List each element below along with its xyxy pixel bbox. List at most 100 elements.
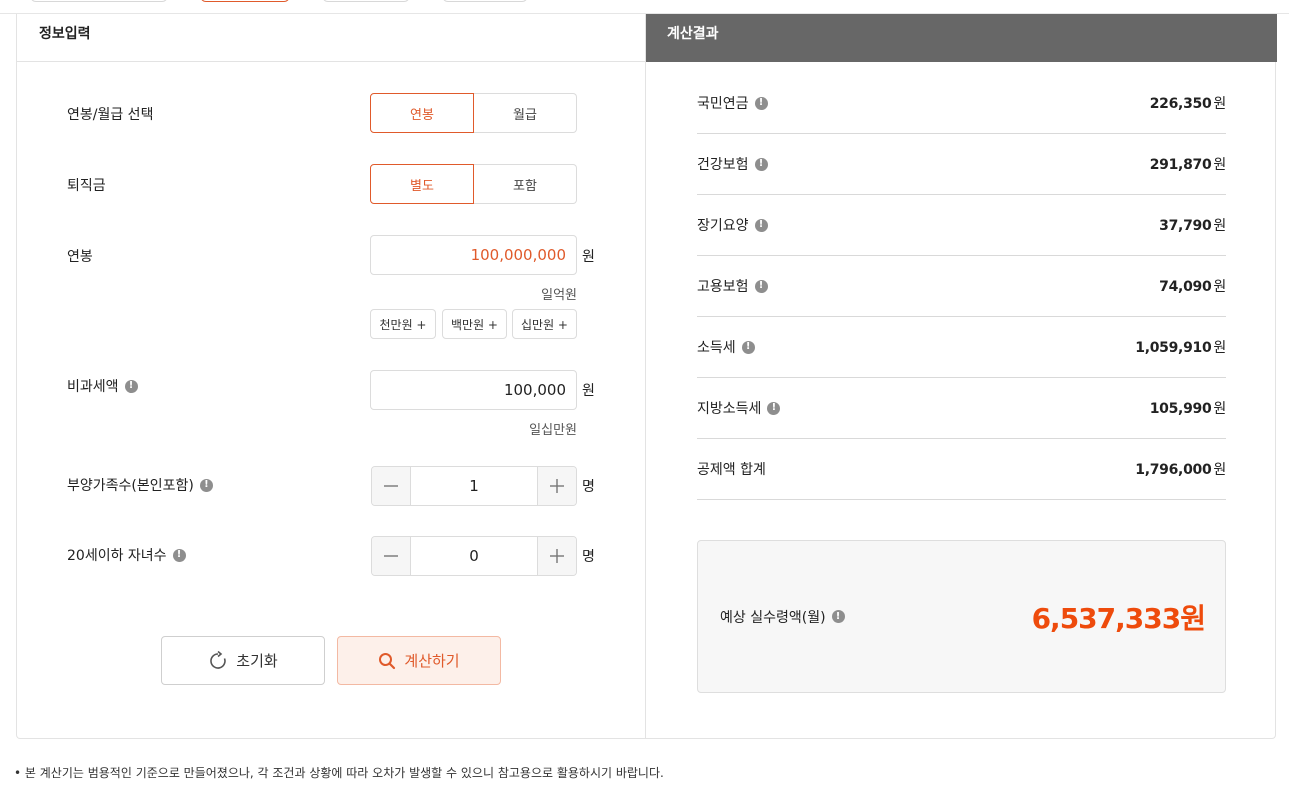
refresh-icon [210,650,227,669]
result-row-local-income-tax: 지방소득세! 105,990 원 [697,378,1226,439]
salary-label: 연봉 [67,246,93,266]
children-value[interactable]: 0 [411,537,537,575]
result-amount: 226,350 [1149,96,1212,112]
tab-fragment[interactable] [30,0,168,2]
result-row-employment-insurance: 고용보험! 74,090 원 [697,256,1226,317]
minus-icon [384,485,398,487]
net-pay-box: 예상 실수령액(월) ! 6,537,333원 [697,540,1226,693]
result-value: 37,790 원 [1159,215,1226,235]
result-unit: 원 [1213,218,1226,234]
input-panel-title: 정보입력 [17,14,645,62]
children-decrement-button[interactable] [372,537,411,575]
net-pay-label: 예상 실수령액(월) ! [720,607,845,627]
dependents-decrement-button[interactable] [372,467,411,505]
salary-unit: 원 [582,249,595,265]
info-icon[interactable]: ! [124,379,138,393]
info-icon[interactable]: ! [754,279,768,293]
result-value: 1,059,910 원 [1135,337,1226,357]
severance-label: 퇴직금 [67,175,106,195]
non-taxable-unit: 원 [582,383,595,399]
result-label-text: 장기요양 [697,218,749,234]
result-amount: 1,796,000 [1135,462,1212,478]
salary-input[interactable] [370,235,577,275]
salary-hint: 일억원 [541,288,577,303]
info-icon[interactable]: ! [741,340,755,354]
salary-label-text: 연봉 [67,249,93,265]
result-label: 고용보험! [697,276,768,296]
result-row-total-deduction: 공제액 합계 1,796,000 원 [697,439,1226,500]
non-taxable-label-text: 비과세액 [67,379,119,395]
result-row-national-pension: 국민연금! 226,350 원 [697,73,1226,134]
reset-button[interactable]: 초기화 [161,636,325,685]
result-value: 226,350 원 [1149,93,1227,113]
result-unit: 원 [1213,279,1226,295]
severance-included-button[interactable]: 포함 [474,164,577,204]
result-amount: 291,870 [1149,157,1212,173]
reset-button-label: 초기화 [236,652,278,670]
dependents-label: 부양가족수(본인포함) ! [67,475,213,495]
result-unit: 원 [1213,462,1226,478]
result-row-health-insurance: 건강보험! 291,870 원 [697,134,1226,195]
non-taxable-hint: 일십만원 [529,423,577,438]
result-label-text: 지방소득세 [697,401,762,417]
result-amount: 74,090 [1159,279,1212,295]
info-icon[interactable]: ! [767,401,781,415]
severance-toggle: 별도 포함 [370,164,577,204]
result-amount: 105,990 [1149,401,1212,417]
result-label: 건강보험! [697,154,768,174]
children-stepper: 0 [371,536,577,576]
dependents-unit: 명 [582,479,595,495]
dependents-stepper: 1 [371,466,577,506]
minus-icon [384,555,398,557]
pay-type-label-text: 연봉/월급 선택 [67,107,154,123]
dependents-value[interactable]: 1 [411,467,537,505]
result-label-text: 공제액 합계 [697,462,766,478]
calculate-button[interactable]: 계산하기 [337,636,501,685]
info-icon[interactable]: ! [754,157,768,171]
dependents-label-text: 부양가족수(본인포함) [67,478,194,494]
info-icon[interactable]: ! [754,96,768,110]
result-unit: 원 [1213,401,1226,417]
result-row-long-term-care: 장기요양! 37,790 원 [697,195,1226,256]
children-label-text: 20세이하 자녀수 [67,548,167,564]
result-label-text: 소득세 [697,340,736,356]
pay-type-monthly-button[interactable]: 월급 [474,93,577,133]
children-increment-button[interactable] [537,537,576,575]
tab-fragment-active[interactable] [200,0,290,2]
tab-fragment[interactable] [322,0,410,2]
plus-icon [550,479,564,493]
dependents-increment-button[interactable] [537,467,576,505]
children-unit: 명 [582,549,595,565]
info-icon[interactable]: ! [831,610,845,623]
result-unit: 원 [1213,340,1226,356]
disclaimer-text: • 본 계산기는 범용적인 기준으로 만들어졌으나, 각 조건과 상황에 따라 … [14,766,664,780]
info-icon[interactable]: ! [199,478,213,492]
result-panel-title: 계산결과 [646,14,1277,62]
result-row-income-tax: 소득세! 1,059,910 원 [697,317,1226,378]
net-pay-value: 6,537,333원 [1031,601,1206,635]
add-one-million-button[interactable]: 백만원 + [442,309,507,339]
info-icon[interactable]: ! [172,548,186,562]
info-icon[interactable]: ! [754,218,768,232]
tab-fragment[interactable] [442,0,528,2]
result-value: 1,796,000 원 [1135,459,1226,479]
result-label: 국민연금! [697,93,768,113]
result-label: 장기요양! [697,215,768,235]
severance-separate-button[interactable]: 별도 [370,164,474,204]
non-taxable-label: 비과세액 ! [67,376,138,396]
input-panel: 정보입력 연봉/월급 선택 연봉 월급 퇴직금 별도 포함 연봉 원 일억원 천… [17,14,646,739]
calculate-button-label: 계산하기 [404,652,460,670]
result-label: 소득세! [697,337,755,357]
add-ten-million-button[interactable]: 천만원 + [370,309,436,339]
children-label: 20세이하 자녀수 ! [67,545,186,565]
result-value: 291,870 원 [1149,154,1227,174]
non-taxable-input[interactable] [370,370,577,410]
result-value: 74,090 원 [1159,276,1226,296]
result-label-text: 국민연금 [697,96,749,112]
search-icon [379,652,396,669]
result-panel: 계산결과 국민연금! 226,350 원 건강보험! 291,870 원 장기요양!… [646,14,1277,739]
pay-type-annual-button[interactable]: 연봉 [370,93,474,133]
result-amount: 1,059,910 [1135,340,1212,356]
result-unit: 원 [1213,96,1226,112]
add-hundred-thousand-button[interactable]: 십만원 + [512,309,577,339]
